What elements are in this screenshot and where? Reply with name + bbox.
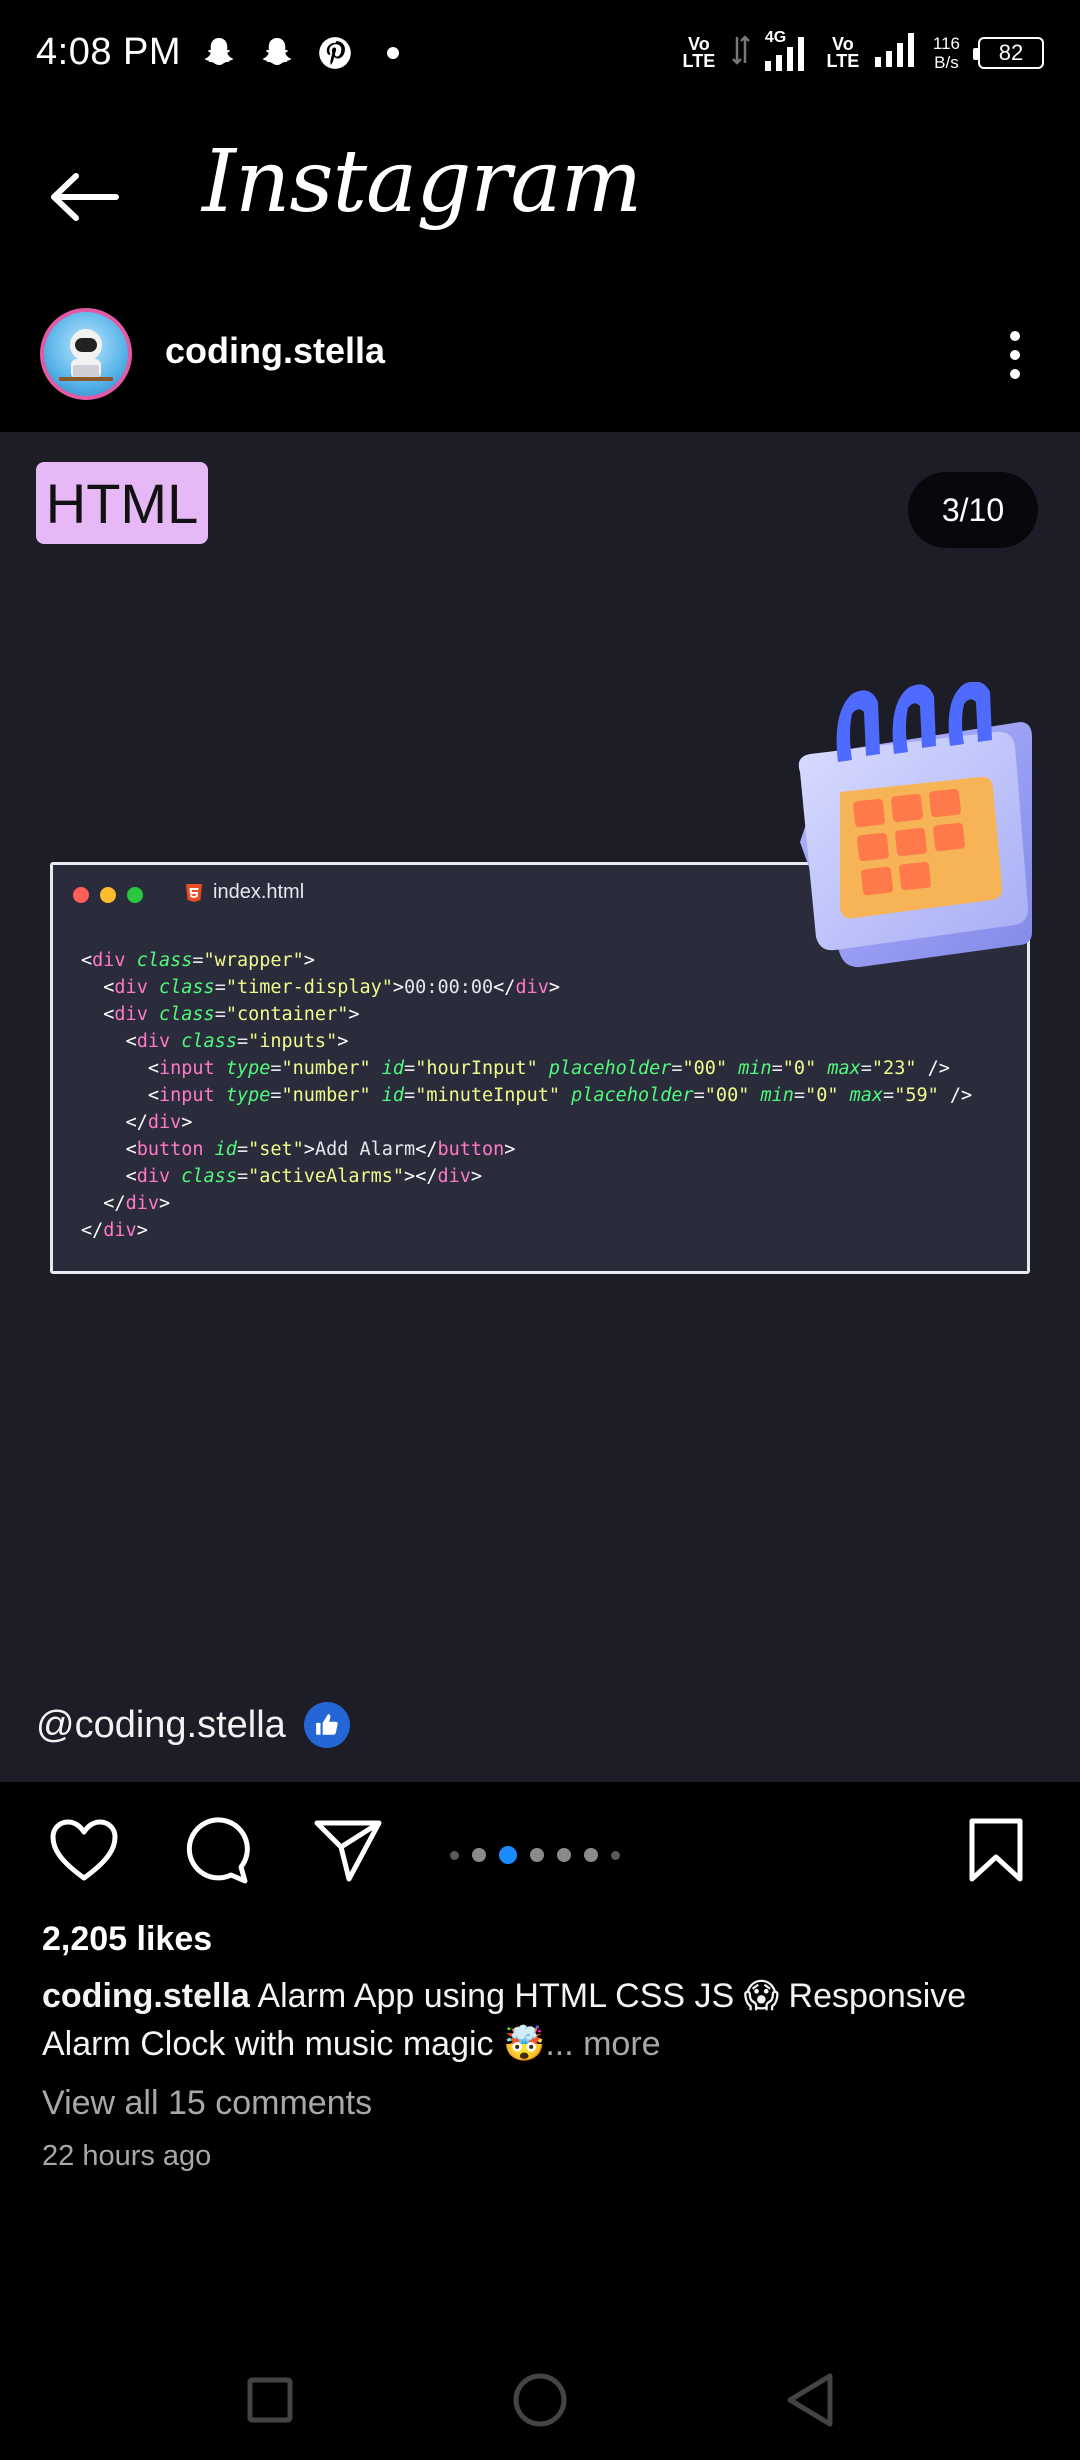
carousel-counter: 3/10	[908, 472, 1038, 548]
calendar-icon	[798, 682, 1032, 968]
notification-icons	[199, 33, 413, 73]
code-line: <input type="number" id="hourInput" plac…	[147, 1058, 950, 1079]
back-button[interactable]	[44, 162, 124, 232]
code-line: <button id="set">Add Alarm</button>	[125, 1139, 516, 1160]
carousel-dot	[584, 1848, 598, 1862]
likes-count[interactable]: 2,205 likes	[42, 1920, 212, 1959]
view-comments-link[interactable]: View all 15 comments	[42, 2084, 372, 2123]
watermark-text: @coding.stella	[36, 1703, 286, 1746]
net-speed-value: 116	[932, 33, 960, 53]
minimize-dot-icon	[100, 887, 116, 903]
comment-icon	[186, 1817, 250, 1884]
home-icon	[513, 2373, 567, 2427]
code-line: <div class="container">	[103, 1004, 360, 1025]
file-name: index.html	[213, 881, 305, 903]
close-dot-icon	[73, 887, 89, 903]
file-tab: index.html	[185, 881, 304, 904]
status-indicators: Vo LTE 4G Vo LTE 116 B/s 82	[681, 29, 1044, 74]
carousel-indicator	[450, 1846, 620, 1864]
pinterest-icon	[315, 33, 355, 73]
arrow-left-icon	[51, 173, 119, 221]
snapchat-icon	[257, 33, 297, 73]
more-options-button[interactable]	[990, 320, 1040, 390]
maximize-dot-icon	[127, 887, 143, 903]
more-link[interactable]: ... more	[545, 2025, 660, 2063]
window-controls	[73, 887, 143, 903]
caption-username[interactable]: coding.stella	[42, 1977, 250, 2015]
instagram-logo: Instagram	[202, 132, 642, 232]
like-button[interactable]	[48, 1814, 120, 1886]
status-time: 4:08 PM	[36, 31, 182, 73]
carousel-dot	[611, 1850, 620, 1860]
carousel-dot	[530, 1848, 544, 1862]
watermark: @coding.stella	[36, 1702, 350, 1748]
post-image[interactable]: HTML 3/10 index.html <div class="wrapper…	[0, 432, 1080, 1782]
caption[interactable]: coding.stella Alarm App using HTML CSS J…	[42, 1972, 1042, 2068]
recent-apps-button[interactable]	[230, 2360, 310, 2440]
code-block: <div class="wrapper"> <div class="timer-…	[81, 947, 1017, 1244]
carousel-dot	[557, 1848, 571, 1862]
code-line: </div>	[103, 1193, 171, 1214]
signal-4g-icon: 4G	[764, 29, 811, 73]
status-bar: 4:08 PM Vo LTE 4G Vo LTE 116 B/s 82	[0, 0, 1080, 105]
data-activity-icon	[731, 33, 751, 72]
battery-level: 82	[998, 39, 1024, 65]
bookmark-icon	[969, 1818, 1023, 1882]
app-bar: Instagram	[0, 120, 1080, 270]
net-speed: 116 B/s	[933, 34, 960, 72]
dot-icon	[1010, 331, 1020, 341]
post-actions	[0, 1800, 1080, 1900]
snapchat-icon	[199, 33, 239, 73]
code-line: <div class="activeAlarms"></div>	[125, 1166, 483, 1187]
net-speed-unit: B/s	[934, 52, 959, 72]
save-button[interactable]	[960, 1814, 1032, 1886]
code-line: </div>	[125, 1112, 193, 1133]
heart-icon	[50, 1819, 118, 1881]
avatar[interactable]	[40, 308, 132, 400]
post-username[interactable]: coding.stella	[165, 330, 385, 372]
share-button[interactable]	[312, 1814, 384, 1886]
carousel-dot	[472, 1848, 486, 1862]
volte-indicator-2: Vo LTE	[826, 33, 860, 71]
battery-icon: 82	[973, 36, 1044, 69]
comment-button[interactable]	[180, 1814, 252, 1886]
recent-apps-icon	[247, 2377, 293, 2423]
code-line: <input type="number" id="minuteInput" pl…	[147, 1085, 973, 1106]
code-line: </div>	[81, 1220, 148, 1241]
code-line: <div class="inputs">	[125, 1031, 349, 1052]
thumbs-up-icon	[303, 1702, 350, 1748]
carousel-dot	[450, 1850, 459, 1860]
html5-icon	[186, 883, 202, 902]
post-timestamp: 22 hours ago	[42, 2140, 212, 2172]
back-nav-button[interactable]	[770, 2360, 850, 2440]
signal-icon	[874, 31, 919, 74]
dot-icon	[1010, 369, 1020, 379]
post-header: coding.stella	[0, 300, 1080, 410]
back-icon	[787, 2373, 833, 2427]
html-badge: HTML	[36, 462, 208, 544]
volte-indicator: Vo LTE	[682, 33, 716, 71]
astronaut-icon	[59, 329, 113, 381]
system-nav-bar	[0, 2340, 1080, 2450]
carousel-dot-active	[499, 1846, 517, 1864]
send-icon	[314, 1820, 382, 1882]
code-line: <div class="timer-display">00:00:00</div…	[103, 977, 560, 998]
home-button[interactable]	[500, 2360, 580, 2440]
dot-icon	[373, 33, 413, 73]
dot-icon	[1010, 350, 1020, 360]
